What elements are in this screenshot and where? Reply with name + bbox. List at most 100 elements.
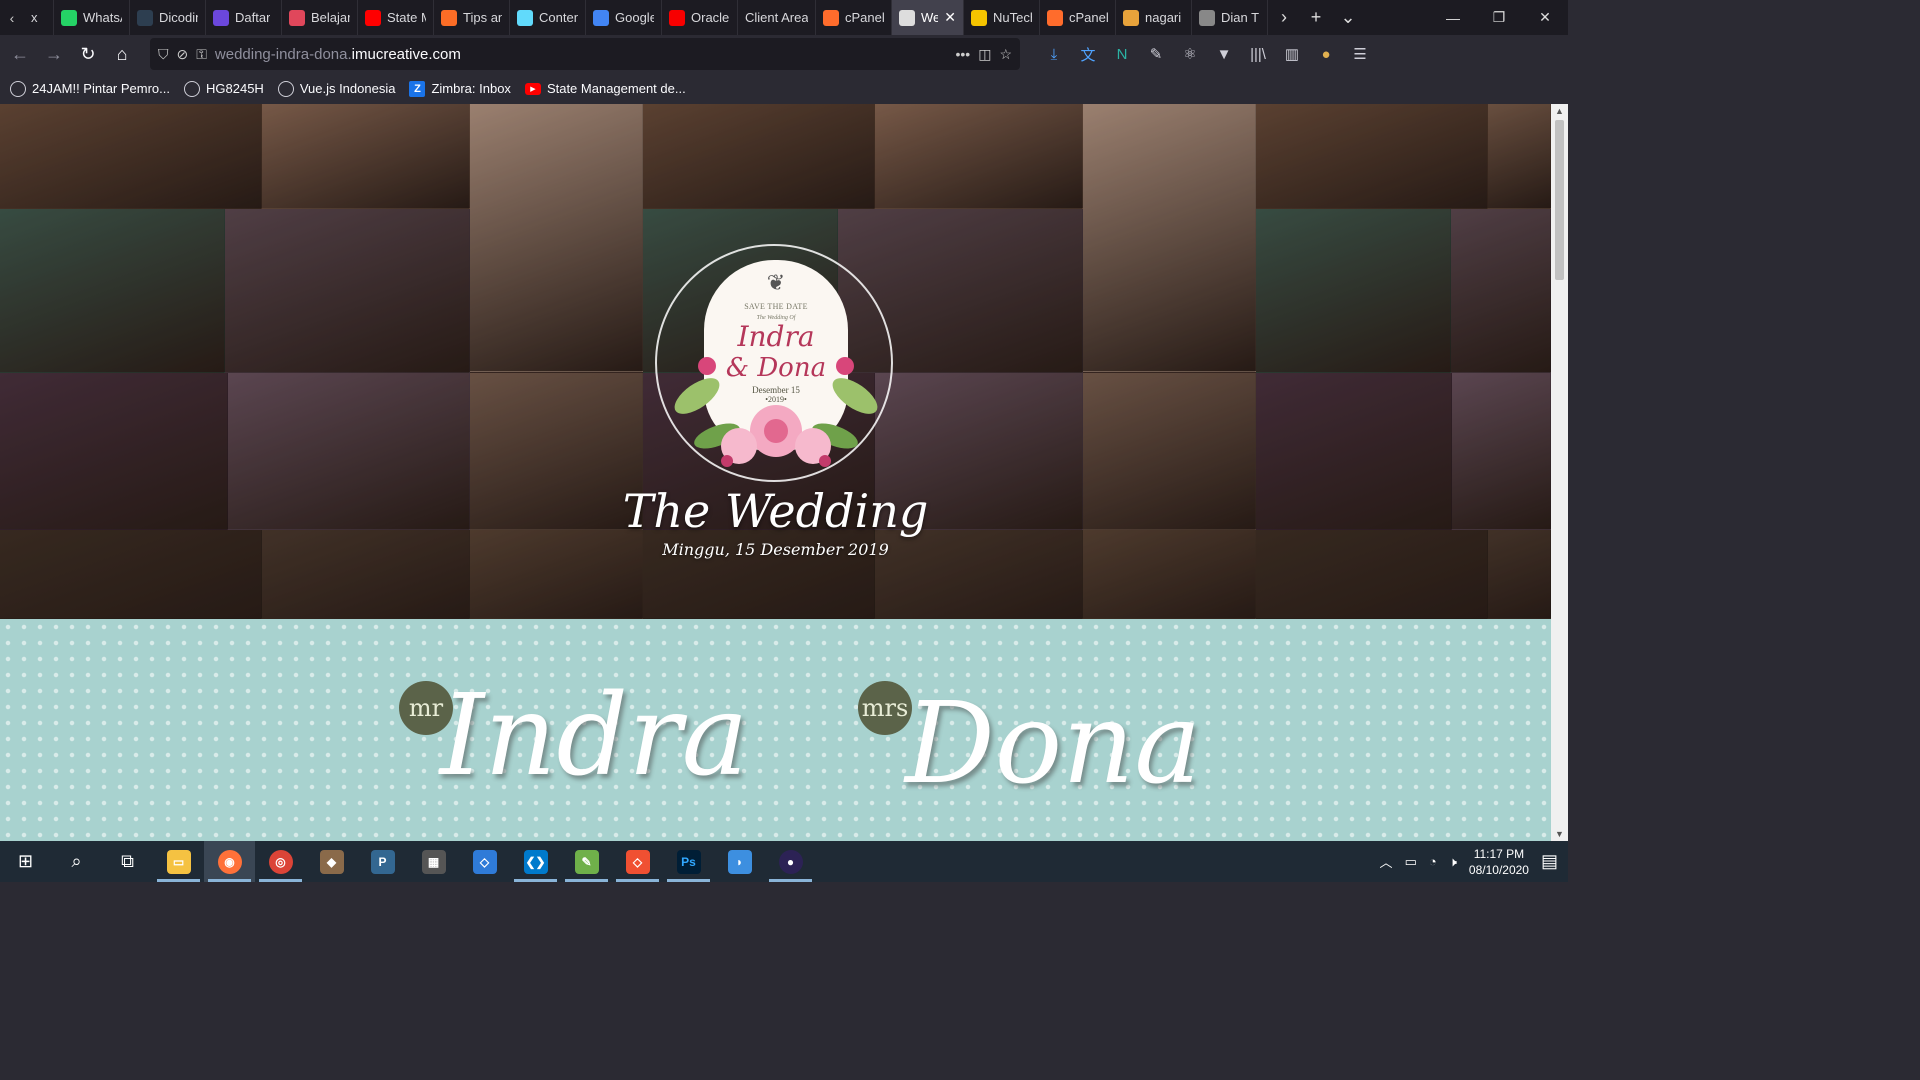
hero-photo-collage: ❦ SAVE THE DATE The Wedding Of Indra & D… xyxy=(0,104,1551,619)
sourcetree-app[interactable]: ◇ xyxy=(459,841,510,882)
volume-muted-icon[interactable]: 🕨 xyxy=(1449,854,1457,870)
whatsapp-icon xyxy=(61,9,77,26)
tab-2[interactable]: Dicoding xyxy=(130,0,206,35)
youtube-icon: ▶ xyxy=(524,82,541,95)
task-view-button[interactable]: ⧉ xyxy=(102,841,153,882)
notepad-app[interactable]: ✎ xyxy=(561,841,612,882)
dbeaver-app[interactable]: ◆ xyxy=(306,841,357,882)
pocket-icon[interactable]: ◫ xyxy=(978,46,991,63)
start-button[interactable]: ⊞ xyxy=(0,841,51,882)
tab-16[interactable]: Dian T xyxy=(1192,0,1268,35)
translate-icon[interactable]: 文 xyxy=(1072,38,1104,70)
react-devtools-icon[interactable]: ⚛ xyxy=(1174,38,1206,70)
reload-button[interactable]: ↻ xyxy=(72,38,104,70)
new-tab-button[interactable]: + xyxy=(1300,0,1332,35)
tab-3[interactable]: Daftar xyxy=(206,0,282,35)
dbeaver-icon: ◆ xyxy=(319,849,344,874)
chevron-up-icon[interactable]: ︿ xyxy=(1380,852,1393,871)
bookmark-label: Zimbra: Inbox xyxy=(431,81,511,96)
tab-label: cPanel xyxy=(1069,10,1108,25)
postgresql-app[interactable]: P xyxy=(357,841,408,882)
page-actions-icon[interactable]: ••• xyxy=(955,46,970,62)
bride-name: Dona xyxy=(905,679,1202,809)
close-tab-icon[interactable]: ✕ xyxy=(944,9,956,26)
tab-13[interactable]: NuTech xyxy=(964,0,1040,35)
tab-4[interactable]: Belajar xyxy=(282,0,358,35)
globe-icon xyxy=(10,80,26,97)
tab-label: State M xyxy=(387,10,426,25)
chrome-app[interactable]: ◎ xyxy=(255,841,306,882)
close-window-button[interactable]: ✕ xyxy=(1522,0,1568,35)
shield-icon[interactable]: ⛉ xyxy=(158,46,169,63)
battery-icon[interactable]: ▭ xyxy=(1405,854,1417,870)
library-icon[interactable]: |||\ xyxy=(1242,38,1274,70)
tab-11[interactable]: cPanel xyxy=(816,0,892,35)
menu-hamburger-icon[interactable]: ☰ xyxy=(1344,38,1376,70)
bookmark-zimbra[interactable]: Z Zimbra: Inbox xyxy=(409,80,511,97)
dicoding-icon xyxy=(137,9,153,26)
wifi-icon[interactable]: ◔ xyxy=(1429,854,1437,869)
git-app[interactable]: ◇ xyxy=(612,841,663,882)
tab-8[interactable]: Google xyxy=(586,0,662,35)
back-button[interactable]: ← xyxy=(4,38,36,70)
bookmark-hg8245h[interactable]: HG8245H xyxy=(184,80,264,97)
profile-avatar-icon[interactable]: ● xyxy=(1310,38,1342,70)
tab-14[interactable]: cPanel xyxy=(1040,0,1116,35)
tab-label: Dian T xyxy=(1221,10,1260,25)
globe-icon xyxy=(277,80,294,97)
url-bar[interactable]: ⛉ ⊘ ⚿ wedding-indra-dona.imucreative.com… xyxy=(150,38,1020,70)
file-explorer-app[interactable]: ▭ xyxy=(153,841,204,882)
url-text[interactable]: wedding-indra-dona.imucreative.com xyxy=(215,46,461,63)
bookmark-state-management[interactable]: ▶ State Management de... xyxy=(524,81,686,96)
vue-devtools-icon[interactable]: ▼ xyxy=(1208,38,1240,70)
sidebar-icon[interactable]: ▥ xyxy=(1276,38,1308,70)
tab-7[interactable]: Content xyxy=(510,0,586,35)
minimize-button[interactable]: — xyxy=(1430,0,1476,35)
site-permissions-icon[interactable]: ⊘ xyxy=(177,46,189,63)
insecure-lock-icon[interactable]: ⚿ xyxy=(196,46,207,63)
extension-n-icon[interactable]: N xyxy=(1106,38,1138,70)
postgresql-icon: P xyxy=(370,849,395,874)
vscode-app[interactable]: ❮❯ xyxy=(510,841,561,882)
restore-button[interactable]: ❐ xyxy=(1476,0,1522,35)
list-all-tabs-button[interactable]: ⌄ xyxy=(1332,0,1364,35)
browser-app[interactable]: ◗ xyxy=(714,841,765,882)
home-button[interactable]: ⌂ xyxy=(106,38,138,70)
react-icon xyxy=(517,9,533,26)
tab-15[interactable]: nagari xyxy=(1116,0,1192,35)
bookmark-star-icon[interactable]: ☆ xyxy=(999,46,1012,63)
tab-12[interactable]: We ✕ xyxy=(892,0,964,35)
tab-label: Content xyxy=(539,10,578,25)
calculator-app[interactable]: ▦ xyxy=(408,841,459,882)
system-tray: ︿ ▭ ◔ 🕨 11:17 PM 08/10/2020 ▤ xyxy=(1380,846,1568,878)
system-clock[interactable]: 11:17 PM 08/10/2020 xyxy=(1469,846,1529,878)
zimbra-icon: Z xyxy=(409,80,426,97)
tab-5[interactable]: State M xyxy=(358,0,434,35)
firefox-app[interactable]: ◉ xyxy=(204,841,255,882)
search-button[interactable]: ⌕ xyxy=(51,841,102,882)
scrollbar-thumb[interactable] xyxy=(1555,120,1564,280)
daftar-icon xyxy=(213,9,229,26)
tab-9[interactable]: Oracle xyxy=(662,0,738,35)
forward-button[interactable]: → xyxy=(38,38,70,70)
photoshop-app[interactable]: Ps xyxy=(663,841,714,882)
tab-scroll-right-button[interactable]: › xyxy=(1268,0,1300,35)
page-scrollbar[interactable]: ▲ ▼ xyxy=(1551,104,1568,841)
downloads-icon[interactable]: ⤓ xyxy=(1038,38,1070,70)
eyedropper-icon[interactable]: ✎ xyxy=(1140,38,1172,70)
tab-6[interactable]: Tips an xyxy=(434,0,510,35)
vscode-icon: ❮❯ xyxy=(523,849,548,874)
bookmark-vuejs[interactable]: Vue.js Indonesia xyxy=(277,80,395,97)
notifications-icon[interactable]: ▤ xyxy=(1541,851,1558,872)
tab-10[interactable]: Client Area xyxy=(738,0,816,35)
bookmark-24jam[interactable]: 24JAM!! Pintar Pemro... xyxy=(10,80,170,97)
nagari-icon xyxy=(1123,9,1139,26)
eclipse-app[interactable]: ● xyxy=(765,841,816,882)
scroll-down-arrow[interactable]: ▼ xyxy=(1551,827,1568,841)
tab-scroll-left-button[interactable]: ‹ xyxy=(0,0,24,35)
belajar-icon xyxy=(289,9,305,26)
scroll-up-arrow[interactable]: ▲ xyxy=(1551,104,1568,118)
couple-section: mr Indra mrs Dona xyxy=(0,619,1551,841)
tab-0[interactable]: x xyxy=(24,0,54,35)
tab-1[interactable]: WhatsApp xyxy=(54,0,130,35)
